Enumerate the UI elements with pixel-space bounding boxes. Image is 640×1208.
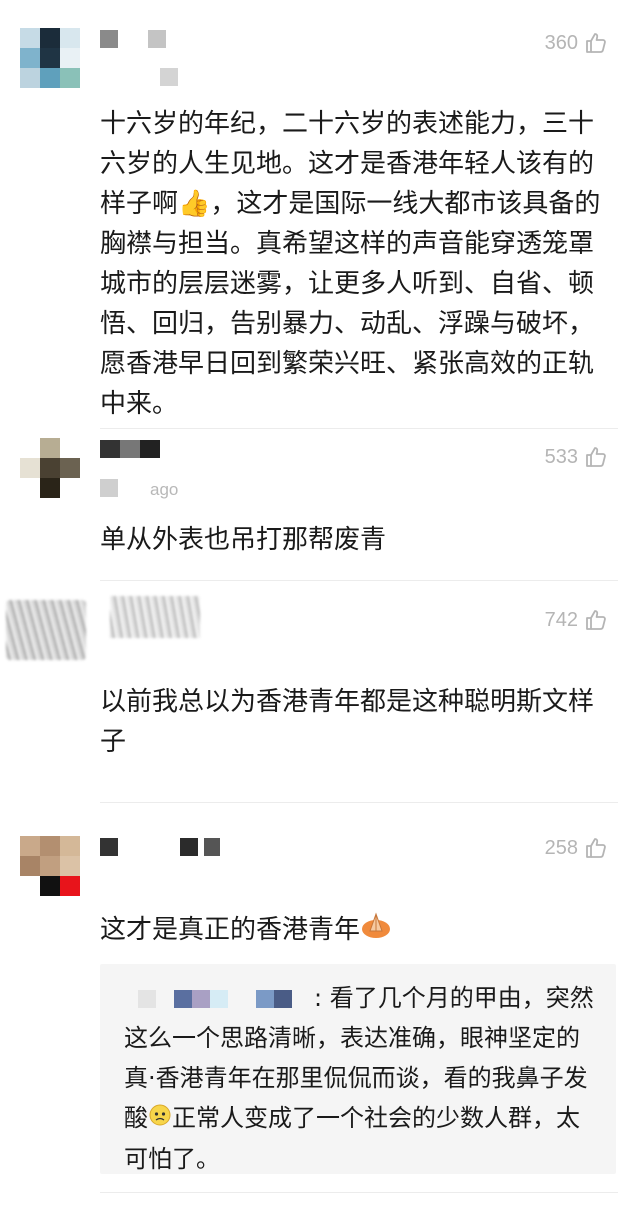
reply-box[interactable]: : 看了几个月的甲由，突然这么一个思路清晰，表达准确，眼神坚定的真·香港青年在那… <box>100 964 616 1174</box>
comment-text: 以前我总以为香港青年都是这种聪明斯文样子 <box>100 687 595 757</box>
like-count: 360 <box>544 31 578 54</box>
avatar[interactable] <box>6 600 86 660</box>
comment-text: 单从外表也吊打那帮废青 <box>100 525 387 555</box>
divider <box>100 802 618 803</box>
timestamp-block <box>100 479 118 497</box>
divider <box>100 580 618 581</box>
reply-author[interactable] <box>124 988 314 1010</box>
like-count: 533 <box>544 445 578 468</box>
pray-hands-emoji-icon <box>360 911 392 951</box>
timestamp <box>160 68 178 86</box>
comment-text: 这才是真正的香港青年 <box>100 910 610 951</box>
divider <box>100 1192 618 1193</box>
like-button[interactable]: 360 <box>545 31 608 55</box>
comment-text-main: 这才是真正的香港青年 <box>100 915 361 945</box>
like-count: 258 <box>544 836 578 859</box>
thumbs-up-icon <box>586 33 606 53</box>
like-count: 742 <box>544 608 578 631</box>
reply-text-after: 正常人变成了一个社会的少数人群，太可怕了。 <box>124 1104 580 1173</box>
timestamp: ago <box>150 480 179 499</box>
avatar[interactable] <box>20 438 80 498</box>
like-button[interactable]: 533 <box>545 445 608 469</box>
comment-text: 十六岁的年纪，二十六岁的表述能力，三十六岁的人生见地。这才是香港年轻人该有的样子… <box>100 109 601 419</box>
thumbs-up-icon <box>586 447 606 467</box>
avatar[interactable] <box>20 836 80 896</box>
username[interactable] <box>110 596 200 638</box>
like-button[interactable]: 742 <box>545 608 608 632</box>
sad-face-emoji-icon <box>148 1099 172 1139</box>
divider <box>100 428 618 429</box>
username[interactable] <box>100 838 220 856</box>
like-button[interactable]: 258 <box>545 836 608 860</box>
username[interactable] <box>100 30 166 48</box>
thumbs-up-icon <box>586 838 606 858</box>
reply-content: : 看了几个月的甲由，突然这么一个思路清晰，表达准确，眼神坚定的真·香港青年在那… <box>124 978 598 1179</box>
thumbs-up-icon <box>586 610 606 630</box>
username[interactable] <box>100 440 160 458</box>
avatar[interactable] <box>20 28 80 88</box>
